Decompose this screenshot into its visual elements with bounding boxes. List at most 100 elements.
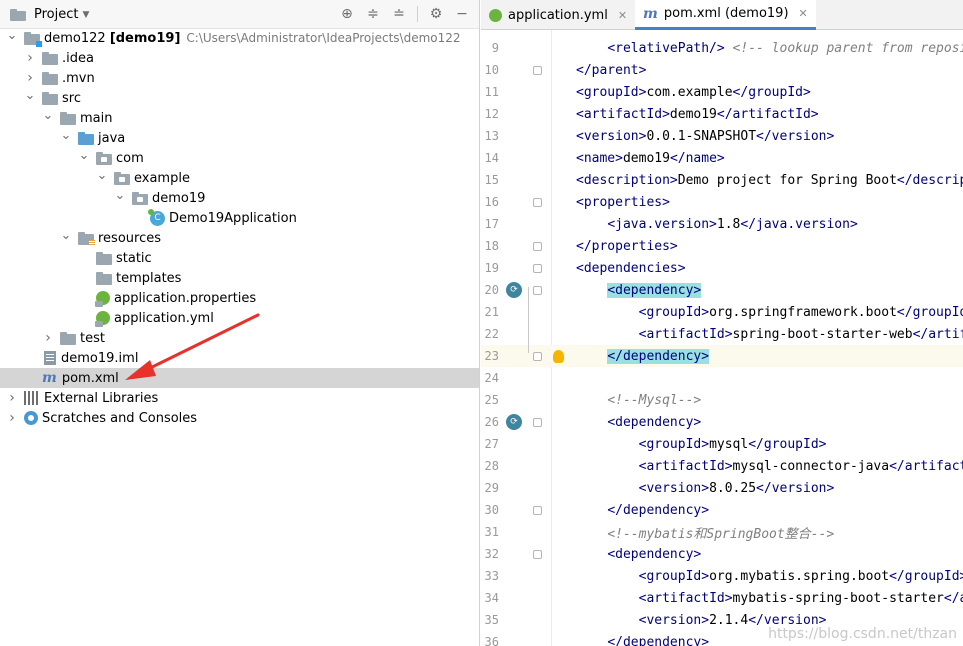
line-number[interactable]: 24 <box>481 371 499 385</box>
line-number[interactable]: 11 <box>481 85 499 99</box>
tree-item-mvn[interactable]: › .mvn <box>0 68 479 88</box>
line-number[interactable]: 36 <box>481 635 499 646</box>
project-view-selector[interactable]: Project ▼ <box>10 7 89 22</box>
fold-marker-icon[interactable] <box>533 65 542 75</box>
chevron-right-icon[interactable]: › <box>6 410 18 426</box>
tab-application-yml[interactable]: application.yml ✕ <box>481 0 635 30</box>
line-number[interactable]: 27 <box>481 437 499 451</box>
crosshair-icon[interactable]: ⊕ <box>339 6 355 22</box>
code-line[interactable]: 31 <!--mybatis和SpringBoot整合--> <box>481 521 963 543</box>
line-number[interactable]: 13 <box>481 129 499 143</box>
chevron-right-icon[interactable]: › <box>24 50 36 66</box>
code-line[interactable]: 16 <properties> <box>481 191 963 213</box>
tree-item-demo19-iml[interactable]: demo19.iml <box>0 348 479 368</box>
tree-item-example[interactable]: ⌄ example <box>0 168 479 188</box>
line-number[interactable]: 33 <box>481 569 499 583</box>
code-line[interactable]: 12 <artifactId>demo19</artifactId> <box>481 103 963 125</box>
line-number[interactable]: 19 <box>481 261 499 275</box>
close-icon[interactable]: ✕ <box>618 9 627 22</box>
line-number[interactable]: 32 <box>481 547 499 561</box>
code-line[interactable]: 27 <groupId>mysql</groupId> <box>481 433 963 455</box>
tree-item-src[interactable]: ⌄ src <box>0 88 479 108</box>
code-line[interactable]: 23 </dependency> <box>481 345 963 367</box>
code-line[interactable]: 26 ⟳ <dependency> <box>481 411 963 433</box>
code-line[interactable]: 10 </parent> <box>481 59 963 81</box>
line-number[interactable]: 31 <box>481 525 499 539</box>
line-number[interactable]: 22 <box>481 327 499 341</box>
chevron-down-icon[interactable]: ⌄ <box>60 228 72 243</box>
code-line[interactable]: 25 <!--Mysql--> <box>481 389 963 411</box>
line-number[interactable]: 18 <box>481 239 499 253</box>
tree-item-scratches-and-consoles[interactable]: › Scratches and Consoles <box>0 408 479 428</box>
fold-marker-icon[interactable] <box>533 549 542 559</box>
line-number[interactable]: 9 <box>481 41 499 55</box>
chevron-down-icon[interactable]: ⌄ <box>60 128 72 143</box>
code-line[interactable]: 33 <groupId>org.mybatis.spring.boot</gro… <box>481 565 963 587</box>
code-line[interactable]: 24 <box>481 367 963 389</box>
tree-item-idea[interactable]: › .idea <box>0 48 479 68</box>
tree-item-static[interactable]: static <box>0 248 479 268</box>
tab-pom-xml-demo19[interactable]: m pom.xml (demo19) ✕ <box>635 0 816 30</box>
code-line[interactable]: 14 <name>demo19</name> <box>481 147 963 169</box>
chevron-down-icon[interactable]: ⌄ <box>6 28 18 43</box>
code-line[interactable]: 32 <dependency> <box>481 543 963 565</box>
code-line[interactable]: 21 <groupId>org.springframework.boot</gr… <box>481 301 963 323</box>
tree-item-application-properties[interactable]: application.properties <box>0 288 479 308</box>
line-number[interactable]: 17 <box>481 217 499 231</box>
tree-item-demo122-demo19[interactable]: ⌄ demo122 [demo19] C:\Users\Administrator\… <box>0 28 479 48</box>
dependency-gutter[interactable]: ⟳ <box>504 411 524 433</box>
line-number[interactable]: 21 <box>481 305 499 319</box>
tree-item-main[interactable]: ⌄ main <box>0 108 479 128</box>
chevron-down-icon[interactable]: ⌄ <box>42 108 54 123</box>
line-number[interactable]: 12 <box>481 107 499 121</box>
fold-marker-icon[interactable] <box>533 263 542 273</box>
code-line[interactable]: 34 <artifactId>mybatis-spring-boot-start… <box>481 587 963 609</box>
line-number[interactable]: 14 <box>481 151 499 165</box>
line-number[interactable]: 34 <box>481 591 499 605</box>
gear-icon[interactable]: ⚙ <box>428 6 444 22</box>
line-number[interactable]: 23 <box>481 349 499 363</box>
tree-item-demo19application[interactable]: C Demo19Application <box>0 208 479 228</box>
code-line[interactable]: 9 <relativePath/> <!-- lookup parent fro… <box>481 37 963 59</box>
chevron-down-icon[interactable]: ⌄ <box>114 188 126 203</box>
fold-marker-icon[interactable] <box>533 285 542 295</box>
tree-item-pom-xml[interactable]: m pom.xml <box>0 368 479 388</box>
code-line[interactable]: 18 </properties> <box>481 235 963 257</box>
code-line[interactable]: 28 <artifactId>mysql-connector-java</art… <box>481 455 963 477</box>
line-number[interactable]: 29 <box>481 481 499 495</box>
minimize-icon[interactable]: − <box>454 6 470 22</box>
code-line[interactable]: 17 <java.version>1.8</java.version> <box>481 213 963 235</box>
line-number[interactable]: 25 <box>481 393 499 407</box>
fold-marker-icon[interactable] <box>533 417 542 427</box>
code-line[interactable]: 29 <version>8.0.25</version> <box>481 477 963 499</box>
fold-marker-icon[interactable] <box>533 197 542 207</box>
line-number[interactable]: 20 <box>481 283 499 297</box>
fold-marker-icon[interactable] <box>533 241 542 251</box>
tree-item-templates[interactable]: templates <box>0 268 479 288</box>
lightbulb-icon[interactable] <box>553 349 564 363</box>
fold-marker-icon[interactable] <box>533 351 542 361</box>
tree-item-java[interactable]: ⌄ java <box>0 128 479 148</box>
collapse-all-icon[interactable]: ≐ <box>391 6 407 22</box>
chevron-down-icon[interactable]: ⌄ <box>78 148 90 163</box>
line-number[interactable]: 30 <box>481 503 499 517</box>
tree-item-test[interactable]: › test <box>0 328 479 348</box>
code-line[interactable]: 22 <artifactId>spring-boot-starter-web</… <box>481 323 963 345</box>
line-number[interactable]: 35 <box>481 613 499 627</box>
code-line[interactable]: 13 <version>0.0.1-SNAPSHOT</version> <box>481 125 963 147</box>
tree-item-resources[interactable]: ⌄ resources <box>0 228 479 248</box>
chevron-down-icon[interactable]: ⌄ <box>96 168 108 183</box>
code-line[interactable]: 30 </dependency> <box>481 499 963 521</box>
expand-all-icon[interactable]: ≑ <box>365 6 381 22</box>
chevron-right-icon[interactable]: › <box>42 330 54 346</box>
line-number[interactable]: 26 <box>481 415 499 429</box>
tree-item-external-libraries[interactable]: › External Libraries <box>0 388 479 408</box>
code-line[interactable]: 15 <description>Demo project for Spring B… <box>481 169 963 191</box>
tree-item-com[interactable]: ⌄ com <box>0 148 479 168</box>
code-line[interactable]: 11 <groupId>com.example</groupId> <box>481 81 963 103</box>
chevron-down-icon[interactable]: ⌄ <box>24 88 36 103</box>
maven-dependency-icon[interactable]: ⟳ <box>506 282 522 298</box>
dependency-gutter[interactable]: ⟳ <box>504 279 524 301</box>
fold-marker-icon[interactable] <box>533 505 542 515</box>
code-line[interactable]: 19 <dependencies> <box>481 257 963 279</box>
